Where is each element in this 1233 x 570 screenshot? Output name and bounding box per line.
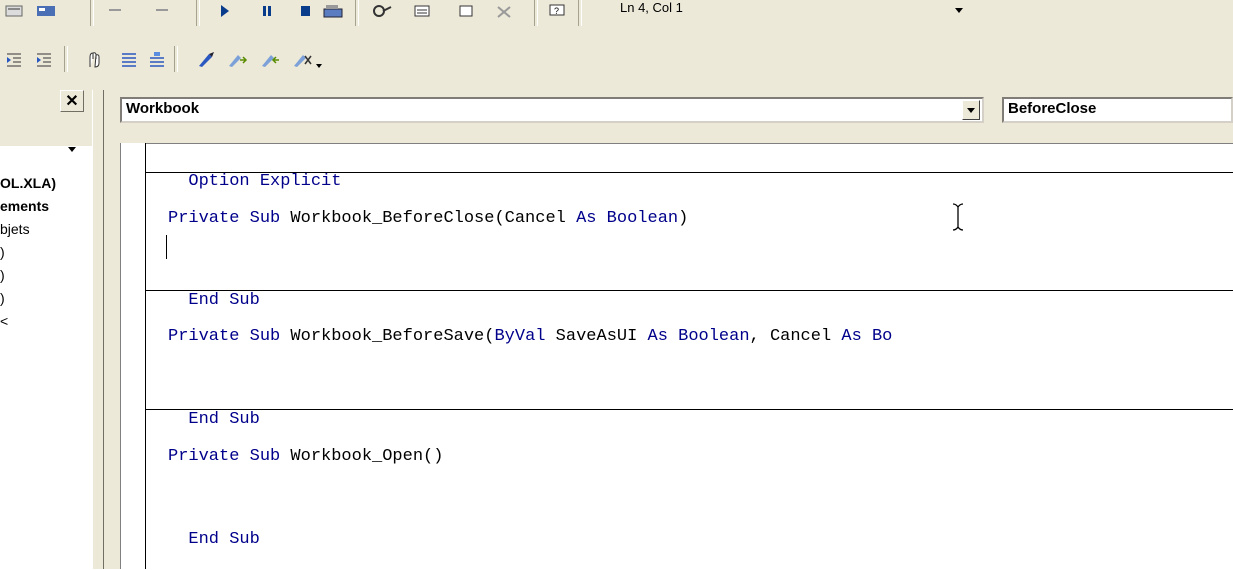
procedure-combo[interactable]: BeforeClose [1002, 97, 1233, 123]
insert-module-icon[interactable] [34, 0, 58, 22]
toggle-breakpoint-icon[interactable] [82, 48, 106, 70]
previous-bookmark-icon[interactable] [258, 48, 282, 70]
tree-item[interactable]: ) [0, 264, 92, 287]
code-line[interactable]: Private Sub Workbook_BeforeClose(Cancel … [168, 207, 688, 231]
procedure-separator [146, 172, 1233, 173]
chevron-down-icon [967, 107, 975, 113]
tree-item[interactable]: < [0, 310, 92, 333]
code-line[interactable]: Private Sub Workbook_Open() [168, 445, 443, 469]
procedure-separator [146, 290, 1233, 291]
toolbar-area: ? Ln 4, Col 1 [0, 0, 1233, 101]
code-line[interactable]: End Sub [168, 265, 259, 310]
redo-icon[interactable] [150, 0, 174, 22]
chevron-down-icon[interactable] [68, 147, 76, 152]
edit-toolbar [0, 40, 1223, 90]
margin-indicator-bar[interactable] [120, 143, 146, 569]
break-icon[interactable] [255, 0, 279, 22]
outdent-icon[interactable] [2, 48, 26, 70]
toolbox-icon[interactable] [492, 0, 516, 22]
close-icon: ✕ [65, 93, 79, 110]
cursor-position-box: Ln 4, Col 1 [618, 0, 963, 22]
procedure-separator [146, 409, 1233, 410]
code-line[interactable]: Option Explicit [168, 146, 341, 191]
tree-item[interactable]: ) [0, 287, 92, 310]
tree-item[interactable]: bjets [0, 218, 92, 241]
text-caret [166, 235, 167, 259]
design-mode-icon[interactable] [321, 0, 345, 22]
run-icon[interactable] [212, 0, 236, 22]
code-line[interactable]: End Sub [168, 504, 259, 549]
view-excel-icon[interactable] [2, 0, 26, 22]
ibeam-cursor-icon [952, 203, 964, 231]
reset-icon[interactable] [293, 0, 317, 22]
close-button[interactable]: ✕ [60, 90, 84, 112]
uncomment-block-icon[interactable] [145, 48, 169, 70]
tree-item[interactable]: OL.XLA) [0, 172, 92, 195]
cursor-position-text: Ln 4, Col 1 [620, 0, 683, 15]
object-combo-dropdown[interactable] [962, 100, 980, 120]
chevron-down-icon[interactable] [955, 8, 963, 13]
comment-block-icon[interactable] [117, 48, 141, 70]
indent-icon[interactable] [32, 48, 56, 70]
toggle-bookmark-icon[interactable] [195, 48, 219, 70]
object-combo-value: Workbook [126, 100, 200, 117]
toolbar-options-icon[interactable] [316, 64, 322, 68]
tree-item[interactable]: ) [0, 241, 92, 264]
standard-toolbar: ? Ln 4, Col 1 [0, 0, 1223, 26]
object-combo[interactable]: Workbook [120, 97, 984, 123]
code-line[interactable]: End Sub [168, 384, 259, 429]
next-bookmark-icon[interactable] [225, 48, 249, 70]
object-browser-icon[interactable] [454, 0, 478, 22]
project-tree: OL.XLA) ements bjets ) ) ) < [0, 172, 92, 333]
procedure-combo-value: BeforeClose [1008, 100, 1097, 117]
svg-text:?: ? [554, 6, 559, 16]
properties-icon[interactable] [410, 0, 434, 22]
undo-icon[interactable] [103, 0, 127, 22]
splitter[interactable] [92, 90, 104, 569]
clear-bookmarks-icon[interactable] [290, 48, 314, 70]
code-line[interactable]: Private Sub Workbook_BeforeSave(ByVal Sa… [168, 325, 892, 349]
help-icon[interactable]: ? [546, 0, 570, 22]
tree-item[interactable]: ements [0, 195, 92, 218]
project-explorer-icon[interactable] [370, 0, 394, 22]
